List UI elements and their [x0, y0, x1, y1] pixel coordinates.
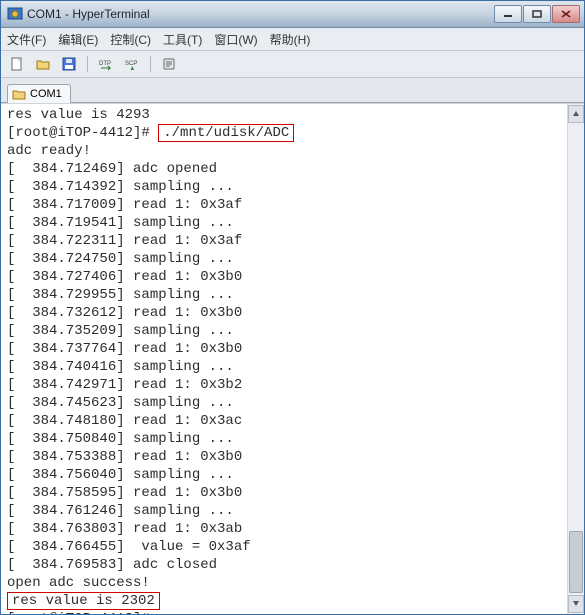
close-button[interactable]	[552, 5, 580, 23]
terminal-line: [ 384.717009] read 1: 0x3af	[7, 196, 578, 214]
terminal-line: [ 384.727406] read 1: 0x3b0	[7, 268, 578, 286]
terminal-line: [ 384.763803] read 1: 0x3ab	[7, 520, 578, 538]
terminal-line: [ 384.724750] sampling ...	[7, 250, 578, 268]
terminal-line: [ 384.732612] read 1: 0x3b0	[7, 304, 578, 322]
terminal-line: [ 384.737764] read 1: 0x3b0	[7, 340, 578, 358]
toolbar: DTP SCP	[1, 51, 584, 78]
terminal-line: [ 384.742971] read 1: 0x3b2	[7, 376, 578, 394]
menu-edit[interactable]: 编辑(E)	[58, 31, 98, 48]
maximize-button[interactable]	[523, 5, 551, 23]
terminal-line: [ 384.740416] sampling ...	[7, 358, 578, 376]
terminal-line: [ 384.745623] sampling ...	[7, 394, 578, 412]
terminal-line: open adc success!	[7, 574, 578, 592]
tab-row: COM1	[1, 78, 584, 103]
terminal-line: [ 384.756040] sampling ...	[7, 466, 578, 484]
menu-help[interactable]: 帮助(H)	[270, 31, 311, 48]
window-controls	[494, 5, 580, 23]
app-window: COM1 - HyperTerminal 文件(F) 编辑(E) 控制(C) 工…	[0, 0, 585, 615]
terminal-line: [ 384.729955] sampling ...	[7, 286, 578, 304]
terminal-line: [ 384.766455] value = 0x3af	[7, 538, 578, 556]
terminal-line: [ 384.769583] adc closed	[7, 556, 578, 574]
terminal-line: [root@iTOP-4412]#	[7, 610, 578, 614]
window-title: COM1 - HyperTerminal	[27, 7, 494, 21]
menu-tools[interactable]: 工具(T)	[163, 31, 202, 48]
svg-text:SCP: SCP	[125, 61, 137, 67]
minimize-button[interactable]	[494, 5, 522, 23]
menu-file[interactable]: 文件(F)	[7, 31, 46, 48]
terminal-output[interactable]: res value is 4293[root@iTOP-4412]# ./mnt…	[1, 104, 584, 614]
terminal-line: [ 384.735209] sampling ...	[7, 322, 578, 340]
menu-control[interactable]: 控制(C)	[110, 31, 151, 48]
toolbar-properties-icon[interactable]	[159, 54, 179, 74]
toolbar-new-icon[interactable]	[7, 54, 27, 74]
terminal-area: res value is 4293[root@iTOP-4412]# ./mnt…	[1, 103, 584, 614]
terminal-line: [ 384.712469] adc opened	[7, 160, 578, 178]
tab-label: COM1	[30, 88, 62, 100]
scroll-up-button[interactable]	[568, 105, 584, 123]
menu-window[interactable]: 窗口(W)	[214, 31, 257, 48]
toolbar-script-icon[interactable]: SCP	[122, 54, 142, 74]
hyperterminal-icon	[7, 6, 23, 22]
toolbar-save-icon[interactable]	[59, 54, 79, 74]
terminal-line: [ 384.758595] read 1: 0x3b0	[7, 484, 578, 502]
terminal-line: adc ready!	[7, 142, 578, 160]
vertical-scrollbar[interactable]	[567, 104, 584, 614]
terminal-line: [ 384.750840] sampling ...	[7, 430, 578, 448]
toolbar-separator	[87, 56, 88, 72]
terminal-line: [ 384.761246] sampling ...	[7, 502, 578, 520]
terminal-line: res value is 4293	[7, 106, 578, 124]
tab-com1[interactable]: COM1	[7, 84, 71, 103]
terminal-prompt-line: [root@iTOP-4412]# ./mnt/udisk/ADC	[7, 124, 578, 142]
highlighted-command: ./mnt/udisk/ADC	[158, 124, 294, 142]
terminal-line: [ 384.753388] read 1: 0x3b0	[7, 448, 578, 466]
toolbar-transfer-icon[interactable]: DTP	[96, 54, 116, 74]
scroll-thumb[interactable]	[569, 531, 583, 593]
title-bar[interactable]: COM1 - HyperTerminal	[1, 1, 584, 28]
terminal-line: [ 384.722311] read 1: 0x3af	[7, 232, 578, 250]
toolbar-open-icon[interactable]	[33, 54, 53, 74]
folder-icon	[12, 87, 26, 101]
terminal-result-line: res value is 2302	[7, 592, 578, 610]
terminal-line: [ 384.714392] sampling ...	[7, 178, 578, 196]
svg-text:DTP: DTP	[99, 61, 111, 67]
terminal-line: [ 384.719541] sampling ...	[7, 214, 578, 232]
menu-bar: 文件(F) 编辑(E) 控制(C) 工具(T) 窗口(W) 帮助(H)	[1, 28, 584, 51]
scroll-down-button[interactable]	[568, 595, 584, 613]
highlighted-result: res value is 2302	[7, 592, 160, 610]
toolbar-separator-2	[150, 56, 151, 72]
terminal-line: [ 384.748180] read 1: 0x3ac	[7, 412, 578, 430]
